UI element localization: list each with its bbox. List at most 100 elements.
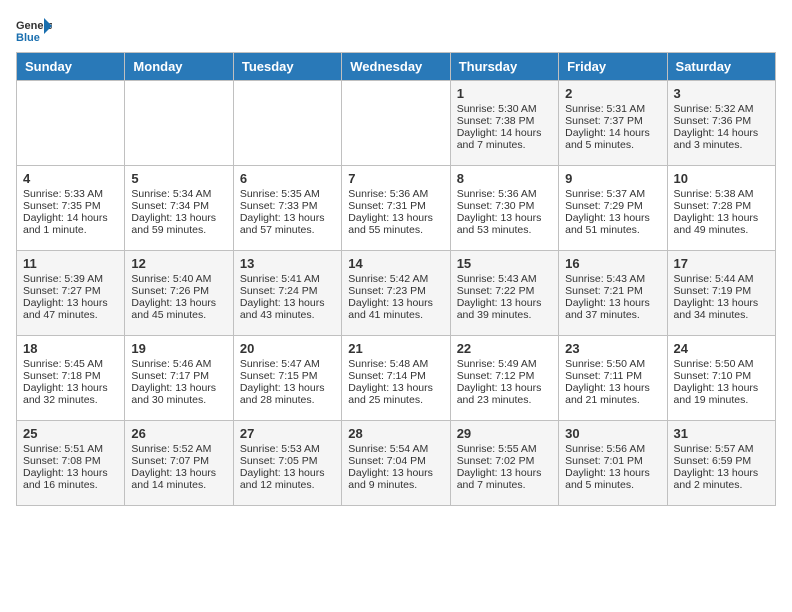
calendar-cell: 4Sunrise: 5:33 AMSunset: 7:35 PMDaylight…	[17, 166, 125, 251]
calendar-cell: 8Sunrise: 5:36 AMSunset: 7:30 PMDaylight…	[450, 166, 558, 251]
day-number: 13	[240, 256, 335, 271]
day-info: and 5 minutes.	[565, 479, 660, 491]
day-info: and 51 minutes.	[565, 224, 660, 236]
day-number: 23	[565, 341, 660, 356]
calendar-cell: 3Sunrise: 5:32 AMSunset: 7:36 PMDaylight…	[667, 81, 775, 166]
calendar-cell: 12Sunrise: 5:40 AMSunset: 7:26 PMDayligh…	[125, 251, 233, 336]
day-number: 26	[131, 426, 226, 441]
day-info: Daylight: 13 hours	[565, 382, 660, 394]
day-header-tuesday: Tuesday	[233, 53, 341, 81]
day-info: and 5 minutes.	[565, 139, 660, 151]
day-info: Daylight: 13 hours	[348, 382, 443, 394]
day-number: 3	[674, 86, 769, 101]
day-info: Sunset: 7:18 PM	[23, 370, 118, 382]
day-info: Sunset: 7:02 PM	[457, 455, 552, 467]
day-number: 18	[23, 341, 118, 356]
day-info: Daylight: 13 hours	[240, 382, 335, 394]
day-info: Sunrise: 5:53 AM	[240, 443, 335, 455]
day-info: and 30 minutes.	[131, 394, 226, 406]
day-header-monday: Monday	[125, 53, 233, 81]
day-number: 2	[565, 86, 660, 101]
day-info: Daylight: 13 hours	[131, 297, 226, 309]
day-info: Daylight: 13 hours	[348, 297, 443, 309]
day-info: Sunrise: 5:33 AM	[23, 188, 118, 200]
day-info: Sunset: 7:33 PM	[240, 200, 335, 212]
day-info: Daylight: 13 hours	[674, 297, 769, 309]
day-info: and 53 minutes.	[457, 224, 552, 236]
day-info: Daylight: 13 hours	[23, 382, 118, 394]
day-info: Sunset: 7:36 PM	[674, 115, 769, 127]
calendar-cell: 27Sunrise: 5:53 AMSunset: 7:05 PMDayligh…	[233, 421, 341, 506]
calendar-cell	[233, 81, 341, 166]
calendar-cell: 16Sunrise: 5:43 AMSunset: 7:21 PMDayligh…	[559, 251, 667, 336]
day-info: and 3 minutes.	[674, 139, 769, 151]
day-info: and 45 minutes.	[131, 309, 226, 321]
day-number: 5	[131, 171, 226, 186]
day-info: Daylight: 13 hours	[131, 212, 226, 224]
day-info: Sunrise: 5:40 AM	[131, 273, 226, 285]
day-number: 27	[240, 426, 335, 441]
calendar-table: SundayMondayTuesdayWednesdayThursdayFrid…	[16, 52, 776, 506]
day-number: 29	[457, 426, 552, 441]
calendar-cell: 22Sunrise: 5:49 AMSunset: 7:12 PMDayligh…	[450, 336, 558, 421]
day-number: 8	[457, 171, 552, 186]
day-number: 16	[565, 256, 660, 271]
day-info: Sunrise: 5:43 AM	[457, 273, 552, 285]
day-info: Sunset: 7:27 PM	[23, 285, 118, 297]
day-info: Daylight: 13 hours	[457, 467, 552, 479]
logo-icon: General Blue	[16, 16, 52, 44]
calendar-cell: 9Sunrise: 5:37 AMSunset: 7:29 PMDaylight…	[559, 166, 667, 251]
day-number: 28	[348, 426, 443, 441]
day-info: Sunrise: 5:51 AM	[23, 443, 118, 455]
day-info: Sunrise: 5:32 AM	[674, 103, 769, 115]
day-info: Sunrise: 5:43 AM	[565, 273, 660, 285]
day-info: Sunset: 7:17 PM	[131, 370, 226, 382]
day-info: Daylight: 13 hours	[131, 467, 226, 479]
day-info: Sunset: 7:10 PM	[674, 370, 769, 382]
day-info: Daylight: 13 hours	[565, 297, 660, 309]
day-number: 31	[674, 426, 769, 441]
day-number: 10	[674, 171, 769, 186]
svg-text:Blue: Blue	[16, 32, 40, 44]
calendar-cell: 28Sunrise: 5:54 AMSunset: 7:04 PMDayligh…	[342, 421, 450, 506]
calendar-cell: 6Sunrise: 5:35 AMSunset: 7:33 PMDaylight…	[233, 166, 341, 251]
calendar-cell: 23Sunrise: 5:50 AMSunset: 7:11 PMDayligh…	[559, 336, 667, 421]
calendar-cell: 15Sunrise: 5:43 AMSunset: 7:22 PMDayligh…	[450, 251, 558, 336]
day-info: Daylight: 13 hours	[240, 297, 335, 309]
calendar-cell: 18Sunrise: 5:45 AMSunset: 7:18 PMDayligh…	[17, 336, 125, 421]
day-info: and 21 minutes.	[565, 394, 660, 406]
day-info: and 7 minutes.	[457, 479, 552, 491]
day-number: 9	[565, 171, 660, 186]
day-info: Sunrise: 5:37 AM	[565, 188, 660, 200]
day-info: and 32 minutes.	[23, 394, 118, 406]
day-info: and 1 minute.	[23, 224, 118, 236]
day-info: Sunset: 7:01 PM	[565, 455, 660, 467]
day-info: and 47 minutes.	[23, 309, 118, 321]
calendar-cell: 25Sunrise: 5:51 AMSunset: 7:08 PMDayligh…	[17, 421, 125, 506]
calendar-cell: 24Sunrise: 5:50 AMSunset: 7:10 PMDayligh…	[667, 336, 775, 421]
day-info: and 12 minutes.	[240, 479, 335, 491]
calendar-cell: 7Sunrise: 5:36 AMSunset: 7:31 PMDaylight…	[342, 166, 450, 251]
day-info: and 2 minutes.	[674, 479, 769, 491]
calendar-cell: 30Sunrise: 5:56 AMSunset: 7:01 PMDayligh…	[559, 421, 667, 506]
calendar-cell: 1Sunrise: 5:30 AMSunset: 7:38 PMDaylight…	[450, 81, 558, 166]
calendar-cell: 26Sunrise: 5:52 AMSunset: 7:07 PMDayligh…	[125, 421, 233, 506]
day-number: 17	[674, 256, 769, 271]
day-info: Daylight: 13 hours	[565, 212, 660, 224]
day-info: Sunrise: 5:46 AM	[131, 358, 226, 370]
day-info: Sunset: 7:04 PM	[348, 455, 443, 467]
day-info: Sunset: 7:34 PM	[131, 200, 226, 212]
day-header-saturday: Saturday	[667, 53, 775, 81]
day-header-thursday: Thursday	[450, 53, 558, 81]
day-info: Sunset: 6:59 PM	[674, 455, 769, 467]
day-info: and 49 minutes.	[674, 224, 769, 236]
calendar-cell: 19Sunrise: 5:46 AMSunset: 7:17 PMDayligh…	[125, 336, 233, 421]
calendar-cell: 31Sunrise: 5:57 AMSunset: 6:59 PMDayligh…	[667, 421, 775, 506]
calendar-header-row: SundayMondayTuesdayWednesdayThursdayFrid…	[17, 53, 776, 81]
day-info: Sunset: 7:35 PM	[23, 200, 118, 212]
day-info: Sunset: 7:19 PM	[674, 285, 769, 297]
day-info: Sunset: 7:23 PM	[348, 285, 443, 297]
calendar-cell: 21Sunrise: 5:48 AMSunset: 7:14 PMDayligh…	[342, 336, 450, 421]
calendar-cell: 14Sunrise: 5:42 AMSunset: 7:23 PMDayligh…	[342, 251, 450, 336]
day-info: and 28 minutes.	[240, 394, 335, 406]
